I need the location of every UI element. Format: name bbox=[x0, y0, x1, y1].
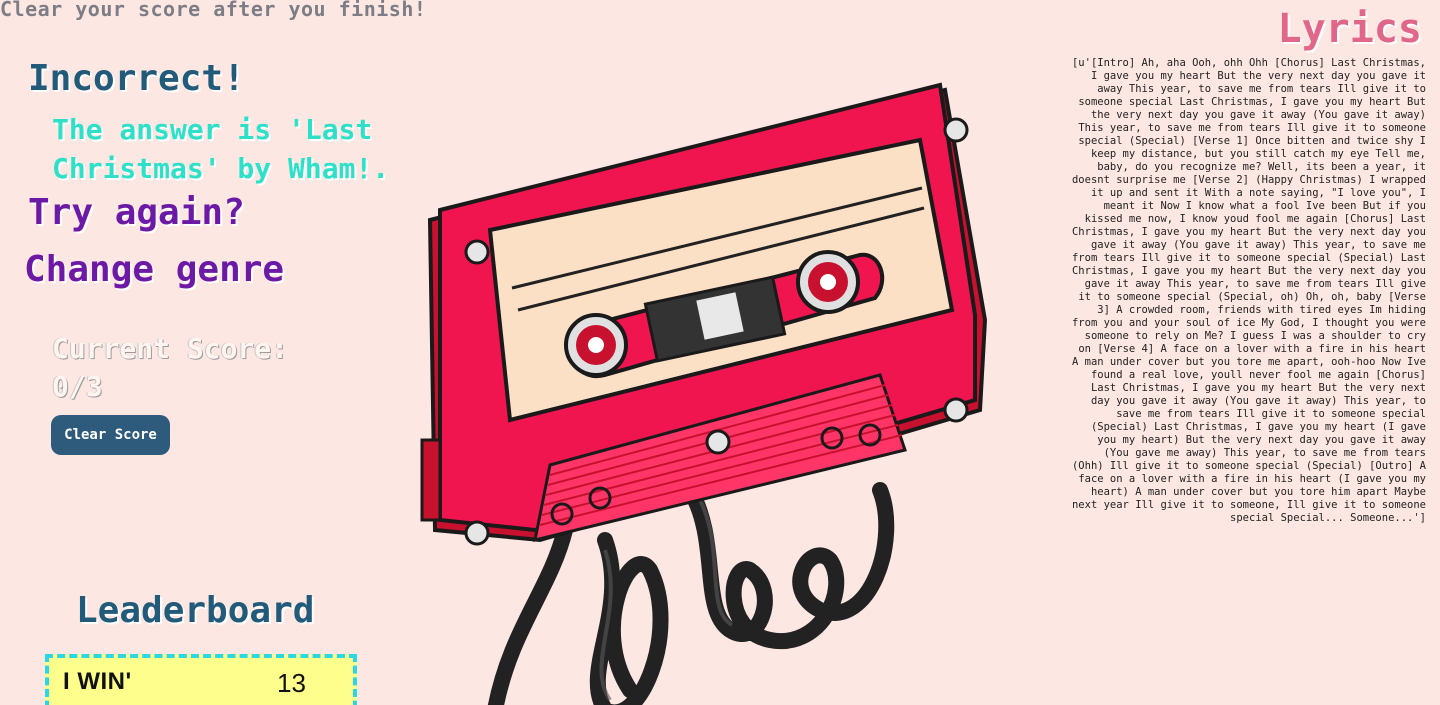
right-reel bbox=[796, 250, 860, 314]
clear-score-note: Clear your score after you finish! bbox=[0, 0, 427, 21]
page: Clear your score after you finish! Incor… bbox=[0, 0, 1440, 705]
leaderboard-player-score: 13 bbox=[277, 668, 306, 698]
current-score: Current Score: 0/3 bbox=[52, 332, 289, 403]
leaderboard-table: I WIN' 13 bbox=[45, 654, 357, 705]
left-reel bbox=[564, 313, 628, 377]
result-title: Incorrect! bbox=[28, 58, 245, 99]
lyrics-title: Lyrics bbox=[1277, 6, 1423, 52]
leaderboard-row: I WIN' 13 bbox=[49, 658, 353, 702]
try-again-link[interactable]: Try again? bbox=[28, 192, 245, 233]
leaderboard-title: Leaderboard bbox=[76, 590, 315, 631]
cassette-tape-icon bbox=[420, 82, 988, 705]
change-genre-link[interactable]: Change genre bbox=[24, 249, 284, 290]
leaderboard-player-name: I WIN' bbox=[63, 668, 132, 695]
answer-text: The answer is 'Last Christmas' by Wham!. bbox=[52, 113, 390, 185]
clear-score-button[interactable]: Clear Score bbox=[51, 415, 170, 455]
lyrics-text: [u'[Intro] Ah, aha Ooh, ohh Ohh [Chorus]… bbox=[1071, 57, 1426, 524]
